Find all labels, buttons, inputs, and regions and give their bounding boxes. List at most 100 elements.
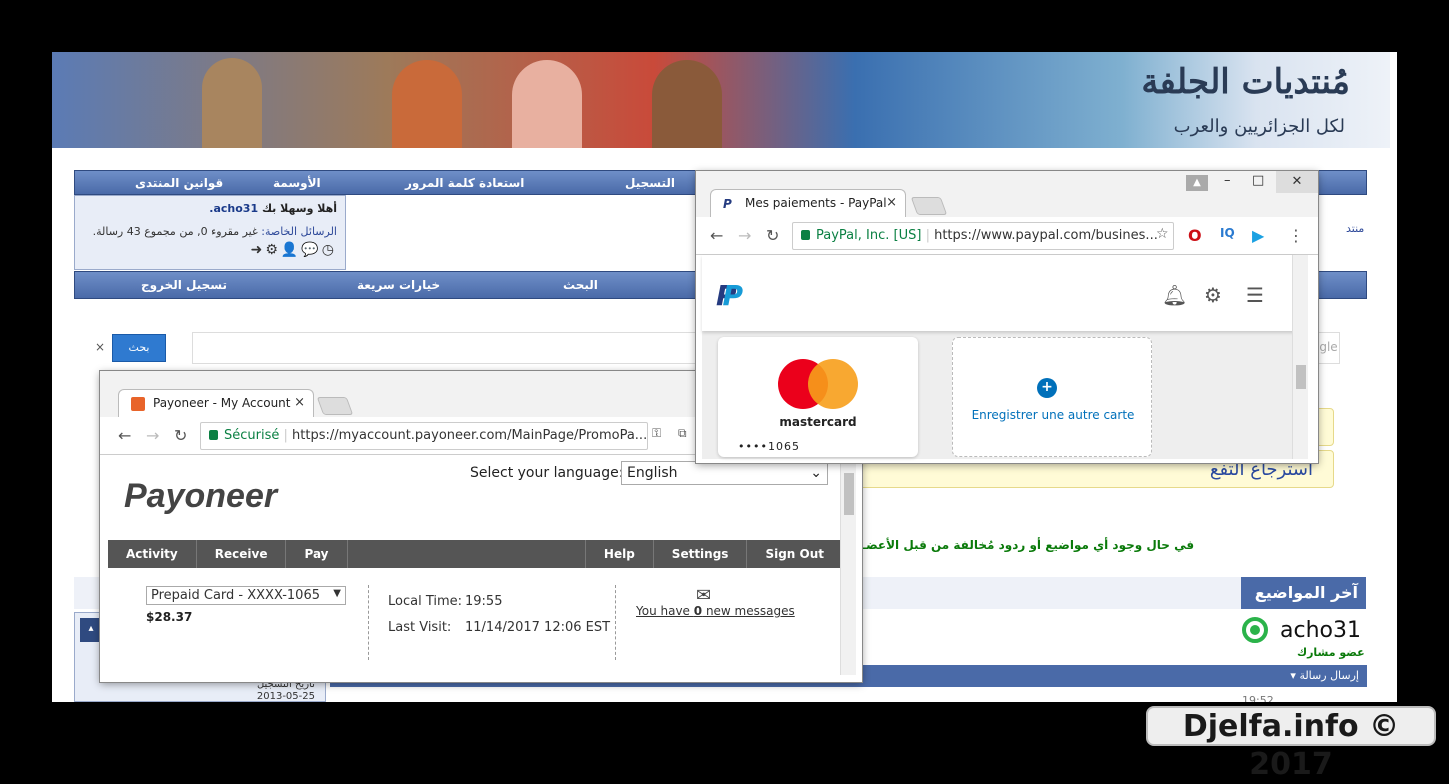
payoneer-scrollbar[interactable] [840, 455, 856, 675]
side-forum-link[interactable]: منتد [1346, 222, 1364, 235]
bookmark-star-icon[interactable]: ☆ [1156, 226, 1169, 242]
card-number: ••••1065 [738, 440, 800, 453]
card-select[interactable]: Prepaid Card - XXXX-1065 ▼ [146, 586, 346, 605]
payoneer-nav: Activity Receive Pay Help Settings Sign … [108, 540, 842, 568]
nav-badges[interactable]: الأوسمة [233, 176, 361, 190]
envelope-icon[interactable]: ✉ [696, 585, 711, 606]
extension-icon[interactable]: ▶ [1252, 226, 1264, 245]
maximize-icon[interactable]: □ [1252, 173, 1264, 188]
paypal-scrollbar[interactable] [1292, 255, 1308, 459]
paypal-tab-title: Mes paiements - PayPal [745, 196, 887, 210]
gear-icon[interactable]: ⚙ [1204, 283, 1222, 307]
nav-quick-options[interactable]: خيارات سريعة [357, 278, 440, 292]
clock-icon[interactable]: ◷ [322, 242, 337, 258]
payoneer-logo[interactable]: Payoneer [124, 477, 277, 516]
user-welcome-box: أهلا وسهلا بك acho31. الرسائل الخاصة: غي… [74, 195, 346, 270]
post-time: 19:52 [1242, 694, 1274, 702]
bell-icon[interactable]: 🔔︎ [1162, 283, 1187, 307]
last-visit-value: 11/14/2017 12:06 EST [465, 620, 611, 635]
reload-icon[interactable]: ↻ [766, 226, 779, 245]
paypal-page: PP 🔔︎ ⚙ ☰ mastercard ••••1065 + Enregist… [702, 255, 1296, 459]
add-card-label: Enregistrer une autre carte [971, 408, 1135, 422]
forward-icon[interactable]: → [146, 426, 159, 445]
paypal-logo[interactable]: PP [716, 279, 743, 312]
paypal-header: PP 🔔︎ ⚙ ☰ [702, 255, 1296, 331]
nav-pay[interactable]: Pay [286, 540, 348, 568]
new-tab-button[interactable] [910, 197, 948, 215]
registration-info: تاريخ التسجيل 2013-05-25 [256, 679, 315, 702]
nav-receive[interactable]: Receive [197, 540, 287, 568]
messages-link[interactable]: You have 0 new messages [636, 604, 795, 618]
close-window-icon[interactable]: ✕ [1276, 171, 1318, 193]
forum-logo-subtitle: لكل الجزائريين والعرب [1173, 116, 1345, 137]
translate-icon[interactable]: ⧉ [678, 426, 687, 441]
scroll-thumb[interactable] [844, 473, 854, 515]
local-time-value: 19:55 [465, 594, 503, 609]
back-icon[interactable]: ← [710, 226, 723, 245]
payoneer-page: Payoneer Select your language: English ⌄ … [108, 455, 842, 675]
forum-logo[interactable]: مُنتديات الجلفة [1141, 62, 1350, 102]
opera-icon[interactable]: O [1188, 226, 1202, 245]
dropdown-arrow-icon: ▼ [333, 588, 341, 599]
nav-activity[interactable]: Activity [108, 540, 197, 568]
profile-username[interactable]: acho31 [1280, 618, 1361, 643]
nav-logout[interactable]: تسجيل الخروج [141, 278, 227, 292]
pm-link[interactable]: الرسائل الخاصة: [261, 225, 337, 238]
logout-icon[interactable]: ➜ [251, 242, 266, 258]
banner-child-image [392, 60, 462, 148]
paypal-tab[interactable]: P Mes paiements - PayPal × [710, 189, 906, 217]
paypal-url-field[interactable]: PayPal, Inc. [US] | https://www.paypal.c… [792, 222, 1174, 250]
paypal-favicon: P [723, 197, 732, 211]
key-icon[interactable]: ⚿ [652, 426, 661, 441]
language-label: Select your language: [470, 465, 624, 481]
online-status-icon [1242, 617, 1268, 643]
new-tab-button[interactable] [316, 397, 354, 415]
mastercard-logo-overlap [808, 359, 858, 409]
mastercard-card[interactable]: mastercard ••••1065 [718, 337, 918, 457]
search-button[interactable]: بحث [112, 334, 166, 362]
forum-banner: مُنتديات الجلفة لكل الجزائريين والعرب [52, 52, 1390, 148]
language-select[interactable]: English ⌄ [621, 461, 828, 485]
username-link[interactable]: acho31. [209, 202, 258, 215]
lock-icon [801, 230, 810, 240]
add-card-tile[interactable]: + Enregistrer une autre carte [952, 337, 1152, 457]
divider-2 [615, 585, 616, 660]
chevron-down-icon: ⌄ [810, 465, 822, 481]
send-message-button[interactable]: إرسال رسالة ▾ [1202, 665, 1367, 687]
menu-dots-icon[interactable]: ⋮ [1288, 226, 1304, 245]
nav-search[interactable]: البحث [563, 278, 598, 292]
search-close-icon[interactable]: × [95, 340, 105, 354]
nav-settings[interactable]: Settings [654, 540, 748, 568]
settings-icon[interactable]: ⚙ [265, 242, 281, 258]
paypal-browser-window: ▲ – □ ✕ P Mes paiements - PayPal × ← → ↻… [696, 171, 1318, 463]
paypal-address-bar: ← → ↻ PayPal, Inc. [US] | https://www.pa… [696, 217, 1318, 255]
payoneer-tab-title: Payoneer - My Account [153, 396, 291, 410]
forward-icon[interactable]: → [738, 226, 751, 245]
local-time-label: Local Time: [388, 594, 463, 609]
watermark: Djelfa.info © 2017 [1146, 706, 1436, 782]
chat-icon[interactable]: 💬 [301, 242, 321, 258]
back-icon[interactable]: ← [118, 426, 131, 445]
banner-child-image-2 [512, 60, 582, 148]
minimize-icon[interactable]: – [1224, 173, 1231, 188]
payoneer-tab[interactable]: Payoneer - My Account × [118, 389, 314, 417]
divider [368, 585, 369, 660]
close-tab-icon[interactable]: × [294, 395, 305, 410]
add-friend-icon[interactable]: 👤 [281, 242, 301, 258]
iq-extension-icon[interactable]: IQ [1220, 226, 1235, 240]
nav-sign-out[interactable]: Sign Out [747, 540, 842, 568]
close-tab-icon[interactable]: × [886, 195, 897, 210]
banner-man-image [652, 60, 722, 148]
scroll-thumb[interactable] [1296, 365, 1306, 389]
nav-recover-password[interactable]: استعادة كلمة المرور [365, 176, 564, 190]
card-balance: $28.37 [146, 610, 193, 624]
collapse-icon[interactable]: ▴ [80, 618, 102, 642]
nav-help[interactable]: Help [584, 540, 654, 568]
last-visit-label: Last Visit: [388, 620, 452, 635]
profile-icon[interactable]: ▲ [1186, 175, 1208, 191]
payoneer-url-field[interactable]: Sécurisé | https://myaccount.payoneer.co… [200, 422, 648, 450]
lock-icon [209, 430, 218, 440]
profile-rank: عضو مشارك [1297, 646, 1365, 659]
hamburger-menu-icon[interactable]: ☰ [1246, 283, 1264, 307]
reload-icon[interactable]: ↻ [174, 426, 187, 445]
